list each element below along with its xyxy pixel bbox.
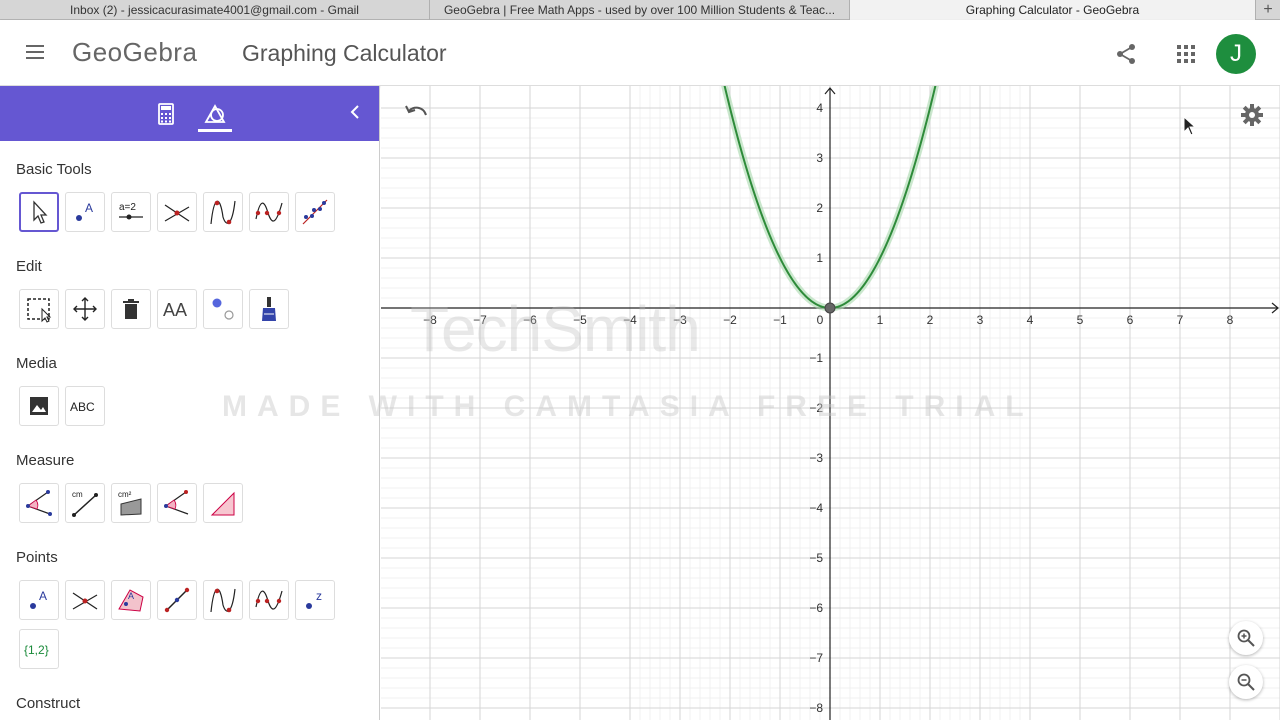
menu-icon[interactable] bbox=[22, 43, 50, 63]
svg-text:cm²: cm² bbox=[118, 490, 132, 499]
undo-icon[interactable] bbox=[403, 102, 429, 124]
tools-icon[interactable] bbox=[198, 98, 232, 132]
svg-text:a=2: a=2 bbox=[119, 202, 136, 213]
x-tick-label: −1 bbox=[773, 313, 787, 327]
calculator-icon[interactable] bbox=[154, 102, 178, 126]
show-hide-label-tool[interactable]: AA bbox=[157, 289, 197, 329]
mouse-cursor-icon bbox=[1183, 115, 1197, 136]
svg-text:A: A bbox=[128, 591, 134, 601]
section-basic-tools: Basic Tools bbox=[16, 161, 92, 178]
section-measure: Measure bbox=[16, 452, 75, 469]
y-tick-label: −6 bbox=[809, 601, 823, 615]
section-edit: Edit bbox=[16, 258, 42, 275]
area-tool[interactable]: cm² bbox=[111, 483, 151, 523]
svg-text:ABC: ABC bbox=[70, 400, 95, 414]
select-objects-tool[interactable] bbox=[19, 289, 59, 329]
apps-grid-icon[interactable] bbox=[1174, 42, 1198, 66]
point-tool[interactable]: A bbox=[65, 192, 105, 232]
text-tool[interactable]: ABC bbox=[65, 386, 105, 426]
x-tick-label: 1 bbox=[877, 313, 884, 327]
x-tick-label: 5 bbox=[1077, 313, 1084, 327]
complex-number-tool[interactable]: z bbox=[295, 580, 335, 620]
y-tick-label: −3 bbox=[809, 451, 823, 465]
x-tick-label: 8 bbox=[1227, 313, 1234, 327]
y-tick-label: 3 bbox=[816, 151, 823, 165]
zoom-out-button[interactable] bbox=[1229, 665, 1263, 699]
x-tick-label: 6 bbox=[1127, 313, 1134, 327]
x-tick-label: 7 bbox=[1177, 313, 1184, 327]
y-tick-label: −7 bbox=[809, 651, 823, 665]
extremum-tool[interactable] bbox=[203, 192, 243, 232]
point-on-object-tool[interactable]: A bbox=[111, 580, 151, 620]
image-tool[interactable] bbox=[19, 386, 59, 426]
x-tick-label: 0 bbox=[817, 313, 824, 327]
y-tick-label: 1 bbox=[816, 251, 823, 265]
browser-tab-graphing-calculator[interactable]: Graphing Calculator - GeoGebra bbox=[850, 0, 1256, 20]
list-tool[interactable]: {1,2} bbox=[19, 629, 59, 669]
delete-tool[interactable] bbox=[111, 289, 151, 329]
angle-tool[interactable] bbox=[19, 483, 59, 523]
slope-tool[interactable] bbox=[203, 483, 243, 523]
copy-visual-style-tool[interactable] bbox=[249, 289, 289, 329]
intersect-tool[interactable] bbox=[157, 192, 197, 232]
section-media: Media bbox=[16, 355, 57, 372]
midpoint-tool[interactable] bbox=[157, 580, 197, 620]
x-tick-label: 3 bbox=[977, 313, 984, 327]
svg-text:A: A bbox=[85, 201, 93, 215]
browser-tab-bar: Inbox (2) - jessicacurasimate4001@gmail.… bbox=[0, 0, 1280, 20]
svg-text:{1,2}: {1,2} bbox=[24, 643, 49, 657]
point-tool-2[interactable]: A bbox=[19, 580, 59, 620]
watermark-logo: TechSmith bbox=[410, 293, 701, 365]
roots-tool-2[interactable] bbox=[249, 580, 289, 620]
x-tick-label: 2 bbox=[927, 313, 934, 327]
slider-tool[interactable]: a=2 bbox=[111, 192, 151, 232]
browser-tab-geogebra-home[interactable]: GeoGebra | Free Math Apps - used by over… bbox=[430, 0, 850, 20]
angle-with-given-size-tool[interactable] bbox=[157, 483, 197, 523]
section-points: Points bbox=[16, 549, 58, 566]
svg-text:cm: cm bbox=[72, 490, 83, 499]
svg-text:A: A bbox=[39, 589, 47, 603]
move-graphics-view-tool[interactable] bbox=[65, 289, 105, 329]
y-tick-label: −8 bbox=[809, 701, 823, 715]
y-tick-label: −4 bbox=[809, 501, 823, 515]
panel-header bbox=[0, 86, 379, 141]
move-tool[interactable] bbox=[19, 192, 59, 232]
new-tab-button[interactable]: + bbox=[1256, 0, 1280, 20]
avatar[interactable]: J bbox=[1216, 34, 1256, 74]
gear-icon[interactable] bbox=[1239, 102, 1265, 128]
distance-length-tool[interactable]: cm bbox=[65, 483, 105, 523]
app-header: GeoGebra Graphing Calculator J bbox=[0, 20, 1280, 86]
section-construct: Construct bbox=[16, 695, 81, 712]
x-tick-label: 4 bbox=[1027, 313, 1034, 327]
best-fit-line-tool[interactable] bbox=[295, 192, 335, 232]
y-tick-label: −1 bbox=[809, 351, 823, 365]
y-tick-label: 2 bbox=[816, 201, 823, 215]
chevron-left-icon[interactable] bbox=[346, 102, 366, 122]
svg-text:AA: AA bbox=[163, 300, 187, 320]
svg-text:z: z bbox=[316, 589, 322, 603]
y-tick-label: −5 bbox=[809, 551, 823, 565]
intersect-tool-2[interactable] bbox=[65, 580, 105, 620]
share-icon[interactable] bbox=[1114, 42, 1138, 66]
vertex-point bbox=[824, 302, 836, 314]
x-tick-label: −2 bbox=[723, 313, 737, 327]
roots-tool[interactable] bbox=[249, 192, 289, 232]
page-title: Graphing Calculator bbox=[242, 40, 447, 66]
watermark-text: MADE WITH CAMTASIA FREE TRIAL bbox=[222, 390, 1034, 423]
show-hide-object-tool[interactable] bbox=[203, 289, 243, 329]
geogebra-logo[interactable]: GeoGebra bbox=[72, 37, 197, 68]
extremum-tool-2[interactable] bbox=[203, 580, 243, 620]
browser-tab-gmail[interactable]: Inbox (2) - jessicacurasimate4001@gmail.… bbox=[0, 0, 430, 20]
y-tick-label: 4 bbox=[816, 101, 823, 115]
zoom-in-button[interactable] bbox=[1229, 621, 1263, 655]
